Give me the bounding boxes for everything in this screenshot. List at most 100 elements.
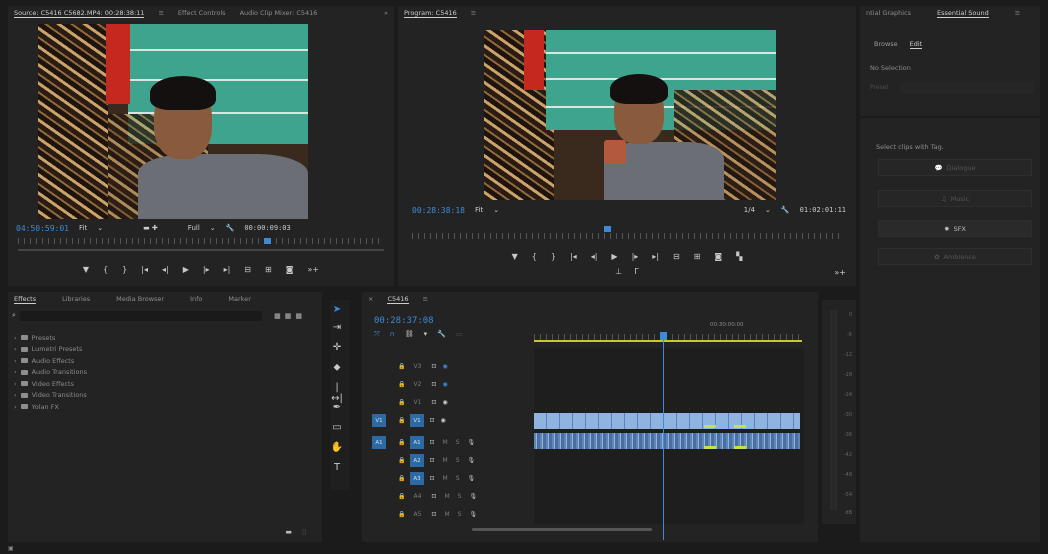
track-select-tool-icon[interactable]: ⇥ bbox=[330, 322, 344, 333]
insert-icon[interactable]: ⊟ bbox=[244, 265, 251, 274]
ambience-button[interactable]: ✿ Ambience bbox=[878, 248, 1032, 265]
more-panels-icon[interactable]: » bbox=[384, 9, 388, 17]
go-to-out-icon[interactable]: ▸| bbox=[224, 265, 231, 274]
camera-icon[interactable]: ◙ bbox=[714, 252, 722, 261]
timeline-playhead-handle[interactable] bbox=[660, 332, 667, 340]
lock-icon[interactable]: 🔒 bbox=[398, 457, 405, 464]
add-marker-icon[interactable]: ▾ bbox=[424, 330, 428, 339]
snap-icon[interactable]: Γ bbox=[634, 267, 638, 276]
subtab-edit[interactable]: Edit bbox=[909, 40, 923, 49]
tab-program[interactable]: Program: C5416 bbox=[404, 9, 457, 18]
sync-icon[interactable]: ⊡ bbox=[429, 439, 434, 446]
solo-toggle[interactable]: S bbox=[458, 493, 462, 500]
play-icon[interactable]: ▶ bbox=[611, 252, 617, 261]
mute-toggle[interactable]: M bbox=[444, 511, 449, 518]
microphone-icon[interactable]: 🎙 bbox=[469, 493, 477, 500]
hamburger-icon[interactable]: ≡ bbox=[423, 295, 428, 303]
step-forward-icon[interactable]: |▸ bbox=[632, 252, 639, 261]
wrench-icon[interactable]: 🔧 bbox=[437, 330, 446, 339]
solo-toggle[interactable]: S bbox=[456, 475, 460, 482]
sync-icon[interactable]: ⊡ bbox=[431, 493, 436, 500]
step-back-icon[interactable]: ◂| bbox=[591, 252, 598, 261]
selection-tool-icon[interactable]: ➤ bbox=[330, 304, 344, 315]
status-icon[interactable]: ▣ bbox=[8, 545, 14, 552]
lock-icon[interactable]: 🔒 bbox=[398, 511, 405, 518]
trim-icon[interactable]: ⊥ bbox=[615, 267, 622, 276]
mute-toggle[interactable]: M bbox=[443, 457, 448, 464]
chevron-down-icon[interactable]: ⌄ bbox=[97, 224, 103, 232]
hamburger-icon[interactable]: ≡ bbox=[1015, 9, 1020, 17]
solo-toggle[interactable]: S bbox=[458, 511, 462, 518]
sync-icon[interactable]: ⊡ bbox=[431, 511, 436, 518]
32bit-effects-icon[interactable]: ▦ bbox=[285, 312, 292, 320]
tab-effect-controls[interactable]: Effect Controls bbox=[178, 9, 226, 17]
list-item[interactable]: › Presets bbox=[14, 332, 214, 344]
tab-essential-sound[interactable]: Essential Sound bbox=[937, 9, 989, 18]
list-item[interactable]: › Lumetri Presets bbox=[14, 344, 214, 356]
source-patch-v1[interactable]: V1 bbox=[372, 414, 386, 427]
tab-libraries[interactable]: Libraries bbox=[62, 295, 90, 303]
lock-icon[interactable]: 🔒 bbox=[398, 417, 405, 424]
list-item[interactable]: › Video Effects bbox=[14, 378, 214, 390]
program-time-ruler[interactable] bbox=[412, 233, 842, 239]
nest-icon[interactable]: ⤧ bbox=[374, 330, 380, 339]
chevron-down-icon[interactable]: ⌄ bbox=[765, 206, 771, 214]
marker-icon[interactable]: ▼ bbox=[83, 265, 89, 274]
mark-in-icon[interactable]: { bbox=[532, 252, 537, 261]
slip-tool-icon[interactable]: |↔| bbox=[330, 382, 344, 404]
source-scrollbar[interactable] bbox=[18, 249, 384, 251]
source-timecode-current[interactable]: 04:50:59:01 bbox=[16, 224, 69, 233]
eye-icon[interactable]: ◉ bbox=[441, 417, 446, 424]
track-target-a2[interactable]: A2 bbox=[410, 454, 424, 467]
tab-essential-graphics[interactable]: ntial Graphics bbox=[866, 9, 911, 17]
comparison-view-icon[interactable]: ▚ bbox=[736, 252, 742, 261]
eye-icon[interactable]: ◉ bbox=[442, 363, 447, 370]
sync-icon[interactable]: ⊡ bbox=[429, 457, 434, 464]
timeline-playhead-line[interactable] bbox=[663, 340, 664, 540]
timeline-timecode[interactable]: 00:28:37:08 bbox=[374, 316, 434, 326]
eye-icon[interactable]: ◉ bbox=[442, 399, 447, 406]
mute-toggle[interactable]: M bbox=[444, 493, 449, 500]
add-button-icon[interactable]: »+ bbox=[834, 268, 846, 277]
microphone-icon[interactable]: 🎙 bbox=[469, 511, 477, 518]
search-input[interactable] bbox=[19, 310, 263, 321]
go-to-out-icon[interactable]: ▸| bbox=[652, 252, 659, 261]
lock-icon[interactable]: 🔒 bbox=[398, 399, 405, 406]
tab-audio-clip-mixer[interactable]: Audio Clip Mixer: C5416 bbox=[240, 9, 318, 17]
camera-icon[interactable]: ◙ bbox=[286, 265, 294, 274]
preset-select[interactable] bbox=[900, 82, 1034, 93]
tab-effects[interactable]: Effects bbox=[14, 295, 37, 304]
eye-icon[interactable]: ◉ bbox=[442, 381, 447, 388]
trash-icon[interactable]: ▯ bbox=[302, 528, 306, 536]
sync-icon[interactable]: ⊡ bbox=[431, 399, 436, 406]
wrench-icon[interactable]: 🔧 bbox=[226, 224, 235, 232]
tab-markers[interactable]: Marker bbox=[228, 295, 250, 303]
go-to-in-icon[interactable]: |◂ bbox=[141, 265, 148, 274]
source-zoom-select[interactable]: Fit bbox=[79, 224, 87, 232]
track-target-v1[interactable]: V1 bbox=[410, 414, 424, 427]
rectangle-tool-icon[interactable]: ▭ bbox=[330, 422, 344, 433]
list-item[interactable]: › Audio Transitions bbox=[14, 367, 214, 379]
solo-toggle[interactable]: S bbox=[456, 457, 460, 464]
sfx-button[interactable]: ✸ SFX bbox=[878, 220, 1032, 237]
program-zoom-select[interactable]: Fit bbox=[475, 206, 483, 214]
program-timecode-current[interactable]: 00:28:38:18 bbox=[412, 206, 465, 215]
sync-icon[interactable]: ⊡ bbox=[429, 475, 434, 482]
program-playhead[interactable] bbox=[604, 226, 611, 232]
audio-clip-strip[interactable] bbox=[534, 433, 800, 449]
microphone-icon[interactable]: 🎙 bbox=[468, 457, 476, 464]
captions-icon[interactable]: ▭ bbox=[456, 330, 463, 339]
lock-icon[interactable]: 🔒 bbox=[398, 363, 405, 370]
source-time-ruler[interactable] bbox=[18, 238, 384, 244]
add-button-icon[interactable]: »+ bbox=[307, 265, 319, 274]
chevron-down-icon[interactable]: ⌄ bbox=[493, 206, 499, 214]
lock-icon[interactable]: 🔒 bbox=[398, 493, 405, 500]
hamburger-icon[interactable]: ≡ bbox=[158, 9, 163, 17]
settings-icon[interactable]: ▬ ✚ bbox=[143, 224, 158, 232]
lock-icon[interactable]: 🔒 bbox=[398, 439, 405, 446]
pen-tool-icon[interactable]: ✒ bbox=[330, 402, 344, 413]
overwrite-icon[interactable]: ⊞ bbox=[265, 265, 272, 274]
close-icon[interactable]: × bbox=[368, 295, 373, 303]
tab-media-browser[interactable]: Media Browser bbox=[116, 295, 164, 303]
microphone-icon[interactable]: 🎙 bbox=[468, 475, 476, 482]
